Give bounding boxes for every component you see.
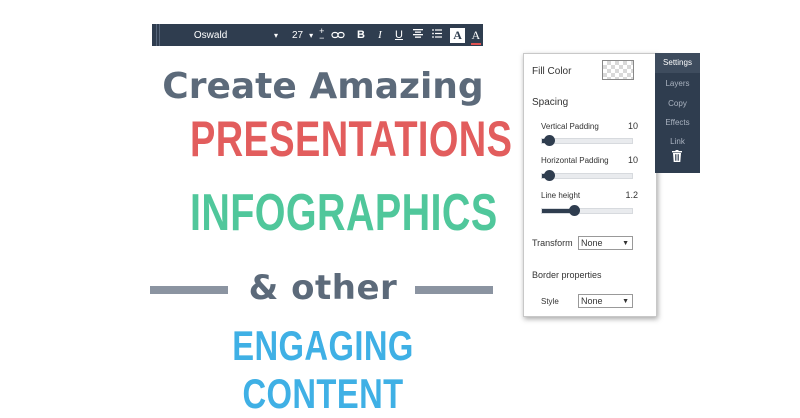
line-height-label: Line height	[541, 191, 581, 200]
transform-select[interactable]: None ▼	[578, 236, 633, 250]
trash-icon[interactable]	[672, 150, 682, 162]
fill-color-swatch[interactable]	[602, 60, 634, 80]
align-icon[interactable]	[408, 29, 427, 41]
font-size-stepper[interactable]: + −	[319, 27, 324, 43]
horizontal-padding-handle[interactable]	[544, 170, 556, 181]
underline-button[interactable]: U	[389, 29, 408, 41]
tab-link[interactable]: Link	[655, 137, 700, 146]
text-background-color-button[interactable]: A	[450, 27, 465, 43]
tab-settings[interactable]: Settings	[655, 53, 700, 73]
line-height-slider[interactable]	[541, 205, 633, 216]
vertical-padding-slider[interactable]	[541, 135, 633, 146]
font-family-select[interactable]: Oswald	[194, 30, 270, 41]
tab-copy[interactable]: Copy	[655, 99, 700, 108]
decrease-size-button[interactable]: −	[319, 33, 324, 43]
font-size-select[interactable]: 27	[292, 30, 303, 41]
headline-line-5[interactable]: ENGAGING CONTENT	[187, 322, 460, 418]
border-properties-label: Border properties	[532, 270, 602, 280]
fill-color-label: Fill Color	[532, 66, 572, 77]
font-size-chevron-icon[interactable]: ▾	[309, 31, 313, 40]
settings-panel: Fill Color Spacing Vertical Padding 10 H…	[523, 53, 657, 317]
style-select[interactable]: None ▼	[578, 294, 633, 308]
vertical-padding-handle[interactable]	[544, 135, 556, 146]
toolbar-grip[interactable]	[156, 24, 160, 46]
style-select-value: None	[581, 296, 603, 306]
line-height-handle[interactable]	[568, 205, 580, 216]
chevron-down-icon: ▼	[622, 298, 629, 305]
tab-effects[interactable]: Effects	[655, 118, 700, 127]
horizontal-padding-slider[interactable]	[541, 170, 633, 181]
headline-line-2[interactable]: PRESENTATIONS	[190, 110, 512, 168]
font-dropdown-chevron-icon[interactable]: ▾	[274, 31, 278, 40]
chevron-down-icon: ▼	[622, 240, 629, 247]
list-icon[interactable]	[427, 29, 446, 41]
headline-line-3[interactable]: INFOGRAPHICS	[190, 183, 497, 243]
tab-layers[interactable]: Layers	[655, 79, 700, 88]
text-toolbar: Oswald ▾ 27 ▾ + − B I U A A	[152, 24, 483, 46]
style-label: Style	[541, 297, 559, 306]
horizontal-padding-label: Horizontal Padding	[541, 156, 609, 165]
decorative-rule-right	[415, 286, 493, 294]
panel-tabs: Settings Layers Copy Effects Link	[655, 53, 700, 173]
bold-button[interactable]: B	[351, 29, 370, 41]
spacing-label: Spacing	[532, 97, 569, 108]
vertical-padding-value: 10	[627, 121, 638, 131]
line-height-value: 1.2	[625, 190, 638, 200]
transform-label: Transform	[532, 238, 573, 248]
horizontal-padding-value: 10	[627, 155, 638, 165]
italic-button[interactable]: I	[370, 29, 389, 41]
text-color-button[interactable]: A	[469, 28, 483, 45]
transform-select-value: None	[581, 238, 603, 248]
headline-line-1[interactable]: Create Amazing	[148, 66, 498, 107]
link-icon[interactable]	[328, 28, 347, 42]
vertical-padding-label: Vertical Padding	[541, 122, 599, 131]
